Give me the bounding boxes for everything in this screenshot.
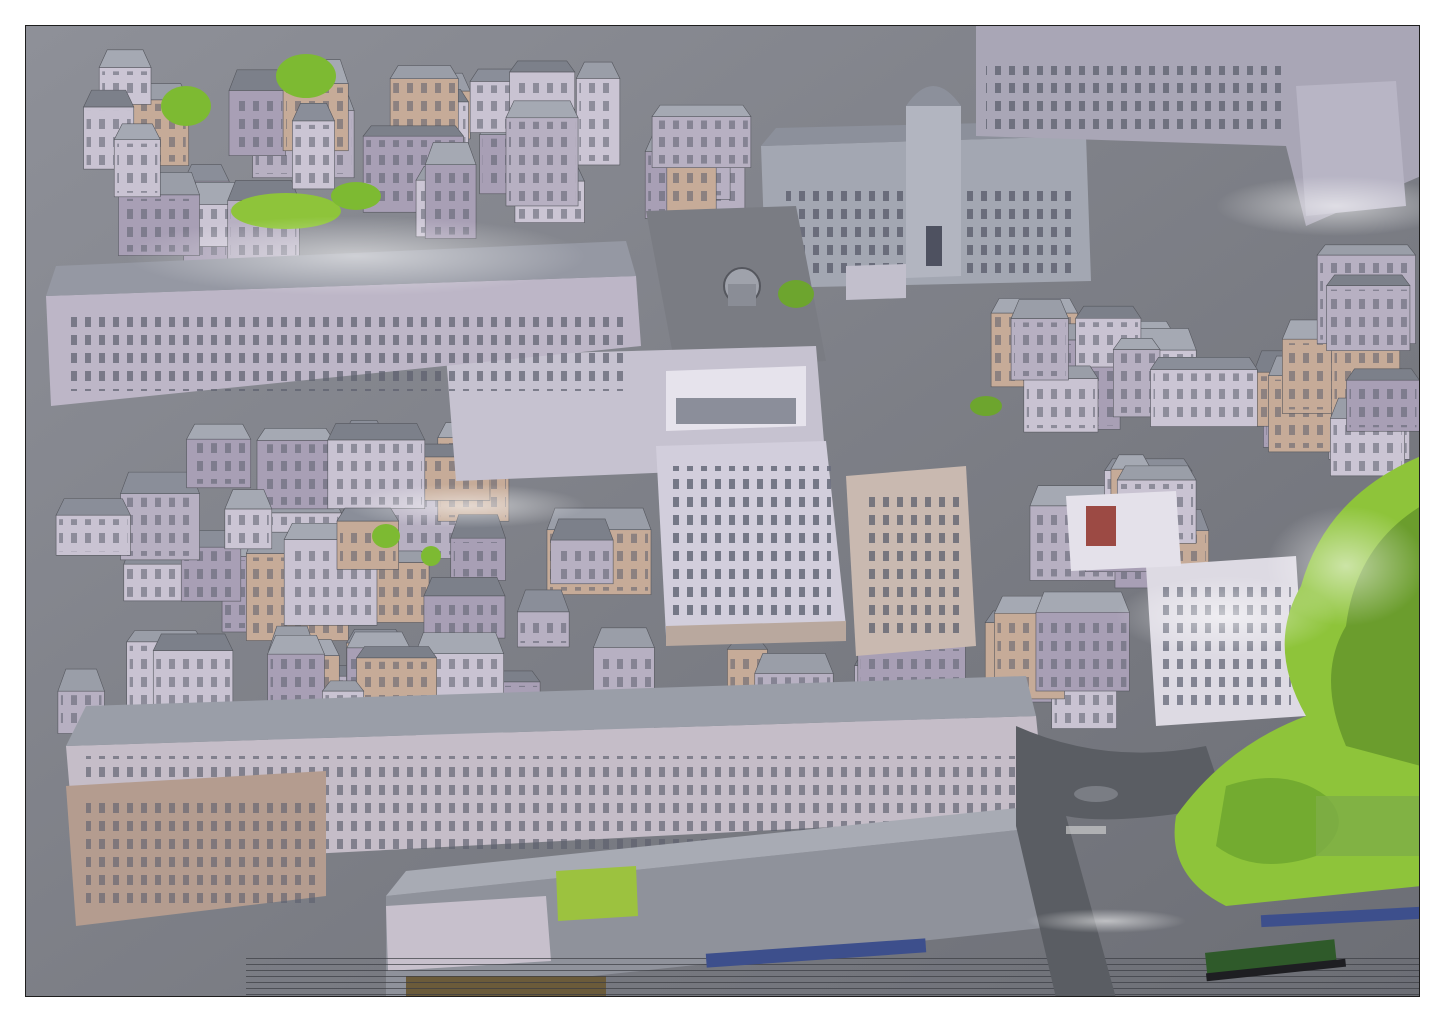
building <box>224 489 273 550</box>
building <box>55 498 131 556</box>
building <box>113 123 161 198</box>
building <box>228 69 286 157</box>
building <box>291 103 335 190</box>
building <box>1345 368 1419 432</box>
building <box>517 589 570 648</box>
building <box>186 423 252 489</box>
building <box>256 428 335 510</box>
green-roof <box>556 866 638 921</box>
building <box>550 518 614 585</box>
aerial-city-illustration <box>26 26 1419 996</box>
building <box>423 577 506 639</box>
building <box>651 104 752 168</box>
building <box>1325 274 1411 351</box>
building <box>1149 357 1258 427</box>
building <box>1035 591 1130 692</box>
artwork-frame <box>25 25 1420 997</box>
building <box>575 61 621 166</box>
building <box>1010 299 1069 381</box>
building <box>505 100 579 207</box>
